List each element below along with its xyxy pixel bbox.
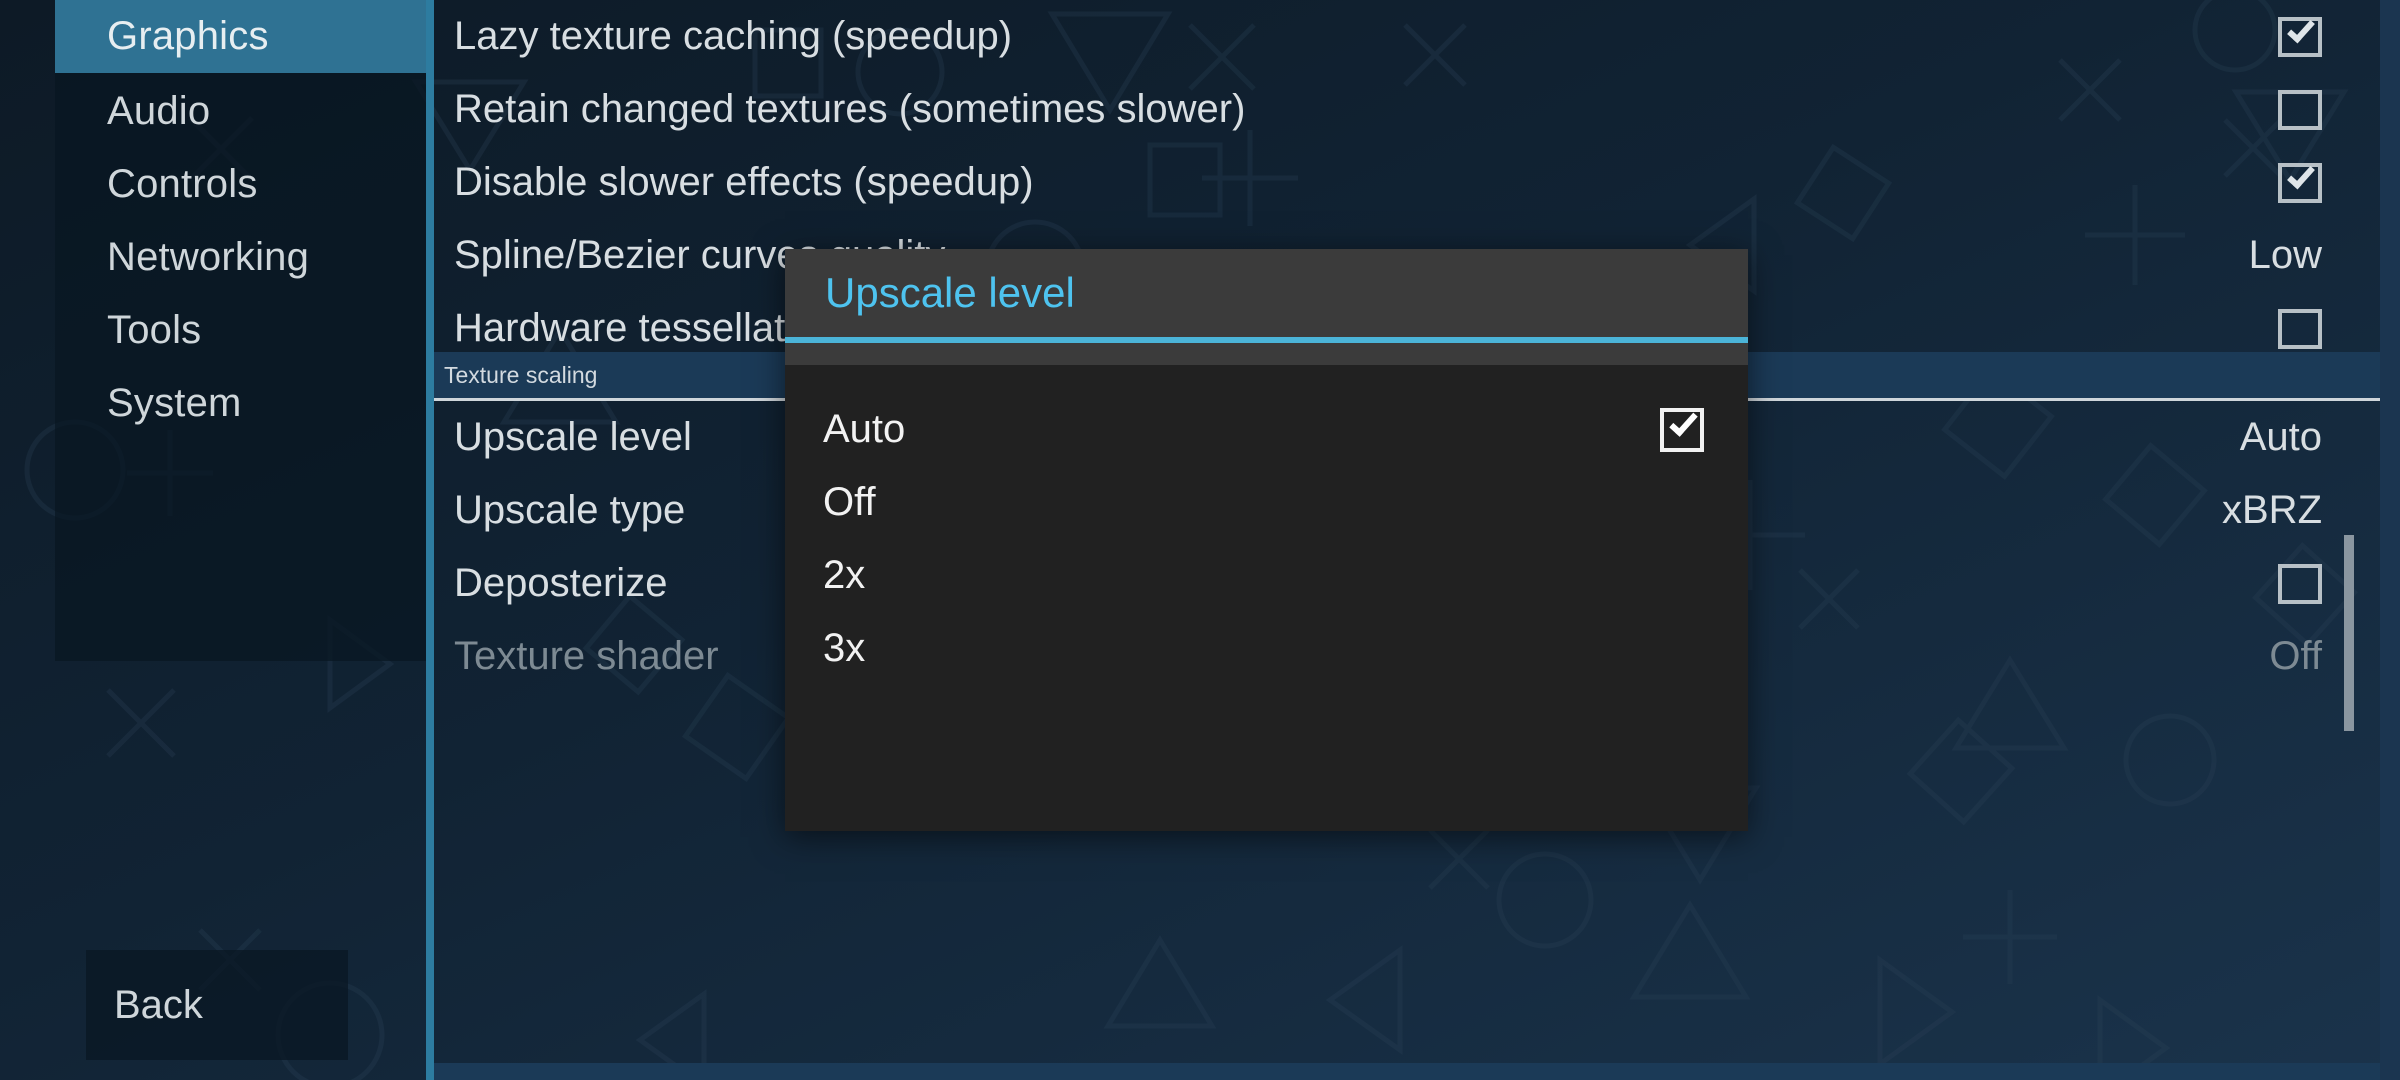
- sidebar-item-tools[interactable]: Tools: [55, 294, 431, 367]
- setting-value: Low: [2248, 233, 2322, 277]
- sidebar-item-label: Graphics: [107, 14, 269, 58]
- dialog-option-2x[interactable]: 2x: [785, 539, 1748, 612]
- checkbox-unchecked-icon[interactable]: [2278, 309, 2322, 349]
- checkbox-checked-icon[interactable]: [1660, 406, 1704, 452]
- setting-row-lazy-texture-caching[interactable]: Lazy texture caching (speedup): [434, 0, 2380, 73]
- sidebar-item-audio[interactable]: Audio: [55, 75, 431, 148]
- setting-label: Retain changed textures (sometimes slowe…: [454, 87, 1246, 131]
- dialog-option-label: Auto: [823, 407, 906, 451]
- sidebar-item-label: Networking: [107, 235, 310, 279]
- section-header-partial: [434, 1063, 2380, 1080]
- sidebar-accent-line: [426, 0, 434, 1080]
- dialog-option-off[interactable]: Off: [785, 466, 1748, 539]
- section-header-label: Texture scaling: [444, 361, 598, 388]
- setting-row-retain-changed-textures[interactable]: Retain changed textures (sometimes slowe…: [434, 73, 2380, 146]
- app-screen: Graphics Audio Controls Networking Tools…: [0, 0, 2400, 1080]
- dialog-title: Upscale level: [825, 269, 1075, 316]
- sidebar-item-networking[interactable]: Networking: [55, 221, 431, 294]
- sidebar: Graphics Audio Controls Networking Tools…: [0, 0, 434, 1080]
- sidebar-item-system[interactable]: System: [55, 367, 431, 440]
- dialog-option-label: Off: [823, 480, 876, 524]
- setting-value: Off: [2269, 634, 2322, 678]
- setting-label: Upscale type: [454, 488, 686, 532]
- setting-label: Lazy texture caching (speedup): [454, 14, 1013, 58]
- setting-value: Auto: [2239, 415, 2322, 459]
- checkbox-checked-icon[interactable]: [2278, 160, 2322, 203]
- sidebar-item-controls[interactable]: Controls: [55, 148, 431, 221]
- setting-label: Hardware tessellation: [454, 306, 839, 350]
- checkbox-unchecked-icon[interactable]: [2278, 564, 2322, 604]
- sidebar-item-label: Audio: [107, 89, 211, 133]
- scrollbar-thumb[interactable]: [2344, 535, 2354, 731]
- dialog-option-label: 3x: [823, 626, 866, 670]
- back-button[interactable]: Back: [86, 950, 348, 1060]
- setting-row-disable-slower-effects[interactable]: Disable slower effects (speedup): [434, 146, 2380, 219]
- checkbox-unchecked-icon[interactable]: [2278, 90, 2322, 130]
- setting-label: Upscale level: [454, 415, 692, 459]
- setting-label: Texture shader: [454, 634, 719, 678]
- setting-label: Deposterize: [454, 561, 668, 605]
- dialog-option-label: 2x: [823, 553, 866, 597]
- dialog-header: Upscale level: [785, 249, 1748, 337]
- dialog-option-3x[interactable]: 3x: [785, 612, 1748, 685]
- setting-value: xBRZ: [2222, 488, 2322, 532]
- sidebar-item-label: Tools: [107, 308, 202, 352]
- checkbox-checked-icon[interactable]: [2278, 14, 2322, 57]
- setting-label: Disable slower effects (speedup): [454, 160, 1034, 204]
- right-edge-strip: [2380, 0, 2400, 1080]
- sidebar-item-label: Controls: [107, 162, 258, 206]
- dialog-subbar: [785, 343, 1748, 365]
- back-button-label: Back: [114, 982, 203, 1027]
- dialog-option-auto[interactable]: Auto: [785, 393, 1748, 466]
- sidebar-item-label: System: [107, 381, 242, 425]
- upscale-level-dialog: Upscale level Auto Off 2x 3x: [785, 249, 1748, 831]
- scrollbar-track[interactable]: [2344, 0, 2367, 1080]
- sidebar-item-graphics[interactable]: Graphics: [55, 0, 431, 73]
